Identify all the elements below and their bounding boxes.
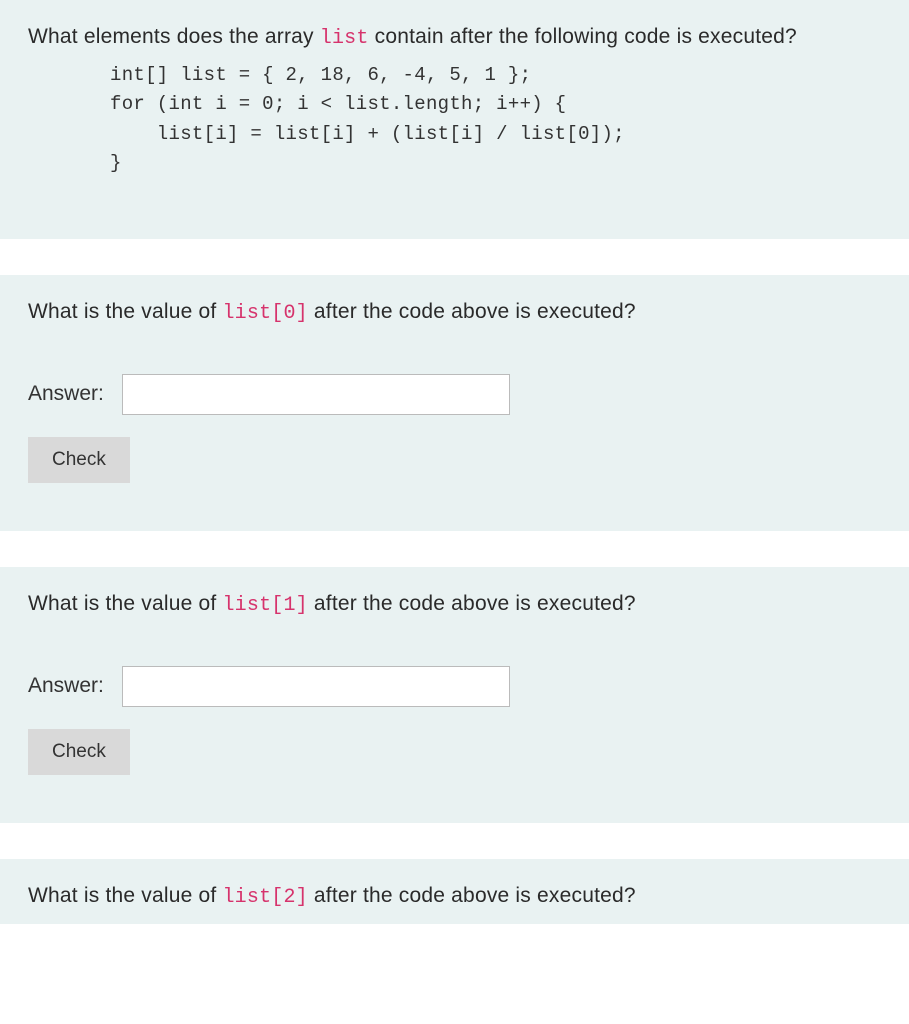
question-block-3: What is the value of list[2] after the c… [0,859,909,924]
question-2-prompt: What is the value of list[1] after the c… [28,589,881,620]
question-3-prompt: What is the value of list[2] after the c… [28,881,881,912]
answer-label-2: Answer: [28,674,104,698]
check-button-2[interactable]: Check [28,729,130,775]
question-1-prompt: What is the value of list[0] after the c… [28,297,881,328]
intro-prompt-before: What elements does the array [28,25,320,48]
q2-prompt-before: What is the value of [28,592,222,615]
answer-input-2[interactable] [122,666,510,707]
code-block: int[] list = { 2, 18, 6, -4, 5, 1 }; for… [28,61,881,179]
answer-label-1: Answer: [28,382,104,406]
check-button-1[interactable]: Check [28,437,130,483]
q1-prompt-after: after the code above is executed? [308,300,636,323]
q3-prompt-before: What is the value of [28,884,222,907]
answer-row-1: Answer: [28,374,881,415]
intro-block: What elements does the array list contai… [0,0,909,239]
intro-prompt: What elements does the array list contai… [28,22,881,53]
q3-prompt-after: after the code above is executed? [308,884,636,907]
q3-prompt-code: list[2] [222,886,307,909]
question-block-1: What is the value of list[0] after the c… [0,275,909,531]
q1-prompt-code: list[0] [222,302,307,325]
question-block-2: What is the value of list[1] after the c… [0,567,909,823]
intro-prompt-after: contain after the following code is exec… [369,25,797,48]
intro-prompt-code: list [320,27,369,50]
answer-row-2: Answer: [28,666,881,707]
q2-prompt-code: list[1] [222,594,307,617]
q1-prompt-before: What is the value of [28,300,222,323]
q2-prompt-after: after the code above is executed? [308,592,636,615]
answer-input-1[interactable] [122,374,510,415]
